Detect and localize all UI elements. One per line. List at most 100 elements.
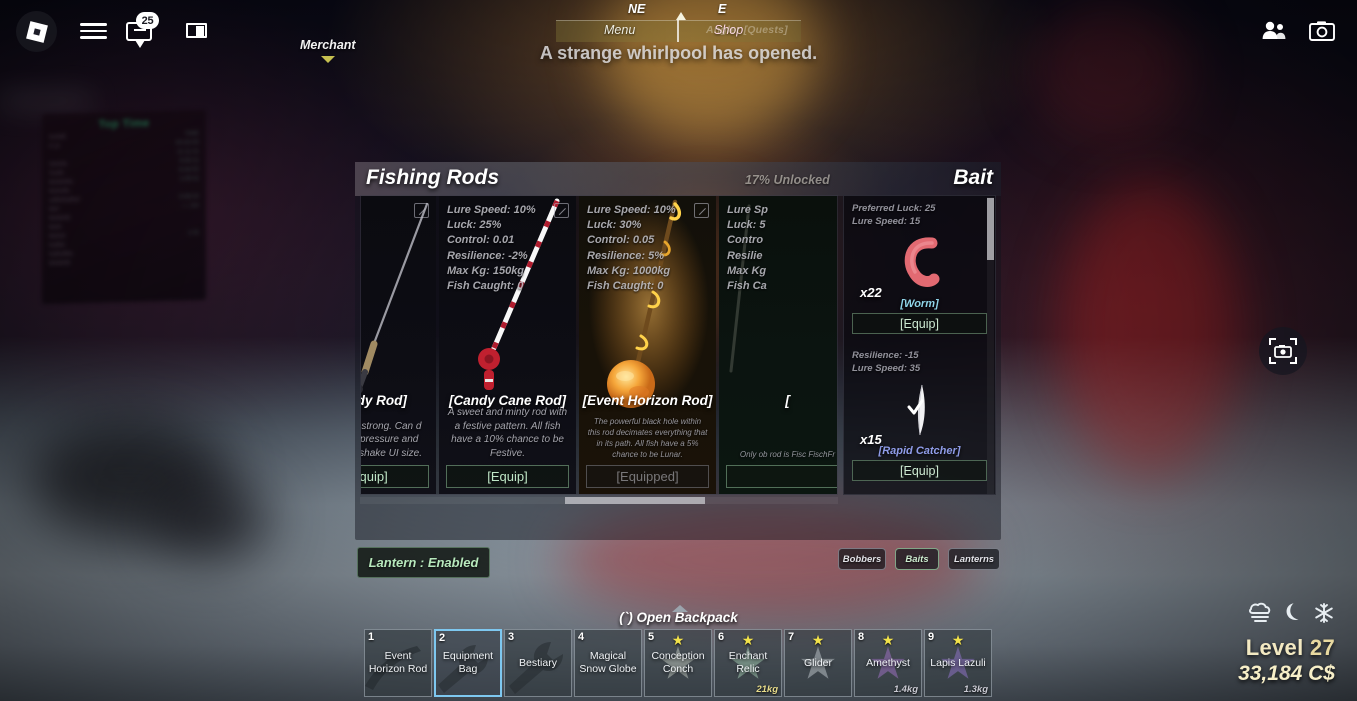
slot-label: Glider <box>803 656 832 669</box>
slot-number: 4 <box>578 631 585 643</box>
rod-stat: Control: 0.05 <box>587 234 655 247</box>
hotbar-slot-4[interactable]: 4 Magical Snow Globe <box>574 629 642 697</box>
bait-scrollbar-thumb[interactable] <box>987 198 994 260</box>
rod-stat: Control: 0.01 <box>447 234 515 247</box>
rod-stat: Max Kg: 1000kg <box>587 264 671 277</box>
screenshot-camera-button[interactable] <box>1259 327 1307 375</box>
category-lanterns-button[interactable]: Lanterns <box>948 548 1000 570</box>
announcement-text: A strange whirlpool has opened. <box>539 43 818 63</box>
compass-menu-label[interactable]: Menu <box>604 23 635 37</box>
equip-button: [Equipped] <box>586 465 709 488</box>
open-backpack-label[interactable]: (`) Open Backpack <box>0 610 1357 625</box>
slot-weight: 1.3kg <box>963 684 988 695</box>
rod-name: Steady Rod] <box>361 393 407 408</box>
rods-scrollbar-thumb[interactable] <box>565 497 705 504</box>
slot-number: 3 <box>508 631 515 643</box>
bait-item[interactable]: Preferred Luck: 25 Lure Speed: 15 x22 [W… <box>844 196 995 334</box>
rod-card[interactable]: Lure Speed: 10% Luck: 30% Control: 0.05 … <box>579 196 716 494</box>
equip-button[interactable] <box>726 465 837 488</box>
rod-description: Only ob rod is Fisc FischFr <box>739 450 836 459</box>
hotbar: 1 Event Horizon Rod 2 Equipment Bag 3 Be… <box>364 629 992 697</box>
lantern-toggle-button[interactable]: Lantern : Enabled <box>357 547 490 578</box>
hotbar-slot-9[interactable]: ★ ★ 9 Lapis Lazuli 1.3kg <box>924 629 992 697</box>
bait-count: x15 <box>860 432 882 447</box>
rod-stat: Max Kg: 150kg <box>447 264 525 277</box>
slot-number: 9 <box>928 631 935 643</box>
edit-icon[interactable] <box>554 203 569 218</box>
roblox-glyph <box>25 20 48 43</box>
rod-stats: Lure Speed: 10% Luck: 25% Control: 0.01 … <box>447 203 536 294</box>
inventory-panel: Fishing Rods 17% Unlocked Bait y Rod] st… <box>355 162 1001 540</box>
level-word: Level <box>1245 635 1304 660</box>
level-display: Level 27 <box>1246 635 1335 661</box>
page-title: Fishing Rods <box>366 166 499 189</box>
game-screen: Top Time NAMETIME 0:1100:00:00 11:11:11 … <box>0 0 1357 701</box>
edit-icon[interactable] <box>414 203 429 218</box>
bait-panel-title: Bait <box>953 166 993 189</box>
hotbar-slot-2[interactable]: 2 Equipment Bag <box>434 629 502 697</box>
bait-item[interactable]: Resilience: -15 Lure Speed: 35 x15 [Rapi… <box>844 343 995 481</box>
hotbar-slot-6[interactable]: ★ ★ 6 Enchant Relic 21kg <box>714 629 782 697</box>
favorite-star-icon: ★ <box>951 632 965 648</box>
bait-equip-button[interactable]: [Equip] <box>852 313 987 334</box>
slot-label: Equipment Bag <box>442 650 494 675</box>
rod-stat: Lure Sp <box>727 204 768 216</box>
rod-description: A sweet and minty rod with a festive pat… <box>447 407 568 459</box>
quest-marker-label: Angler [Quests] <box>706 24 788 36</box>
compass-needle-icon <box>676 12 686 20</box>
rod-description: The powerful black hole within this rod … <box>587 417 708 459</box>
bait-divider <box>844 481 995 490</box>
edit-icon[interactable] <box>694 203 709 218</box>
people-icon[interactable] <box>1261 20 1287 40</box>
camera-icon[interactable] <box>1309 20 1335 41</box>
rods-horizontal-scrollbar[interactable] <box>360 497 838 504</box>
bait-item[interactable]: Preferred Luck: 55 Resilience: -3 Lure S… <box>844 490 995 494</box>
bait-equip-button[interactable]: [Equip] <box>852 460 987 481</box>
category-bobbers-button[interactable]: Bobbers <box>838 548 886 570</box>
favorite-star-icon: ★ <box>741 632 755 648</box>
unlocked-percentage: 17% Unlocked <box>745 173 830 187</box>
weather-indicators <box>1247 602 1335 624</box>
bait-stat: Lure Speed: 15 <box>852 216 921 227</box>
slot-weight: 1.4kg <box>893 684 918 695</box>
screenshot-camera-icon <box>1269 338 1297 364</box>
bait-scroll-area[interactable]: Preferred Luck: 25 Lure Speed: 15 x22 [W… <box>843 195 996 495</box>
rod-stat: Contro <box>727 234 764 247</box>
rod-name: [Event Horizon Rod] <box>582 393 713 408</box>
rod-stat: Luck: 25% <box>447 219 502 232</box>
fishing-rod-silhouette-icon <box>361 196 436 406</box>
rod-description: ly stiff and strong. Can d immense press… <box>360 420 422 459</box>
slot-label: Lapis Lazuli <box>930 656 986 669</box>
compass-dir-e: E <box>718 2 727 16</box>
category-baits-button[interactable]: Baits <box>895 548 939 570</box>
rod-stat: Lure Speed: 10% <box>447 204 536 216</box>
rod-stat: Max Kg <box>727 264 767 277</box>
worm-icon: x22 <box>852 228 987 300</box>
rod-stat: Resilience: 5% <box>587 249 665 262</box>
rod-stat: Fish Caught: 0 <box>447 280 524 293</box>
slot-number: 1 <box>368 631 375 643</box>
equip-button[interactable]: [Equip] <box>361 465 429 488</box>
favorite-star-icon: ★ <box>811 632 825 648</box>
rod-stat: Fish Caught: 0 <box>587 280 664 293</box>
rod-card[interactable]: Lure Speed: 10% Luck: 25% Control: 0.01 … <box>439 196 576 494</box>
rods-scroll-area[interactable]: ed: -60% % 0.05 e: 30% 100000kg ght: 259… <box>360 195 838 495</box>
slot-weight: 21kg <box>756 684 778 695</box>
hotbar-slot-5[interactable]: ★ ★ 5 Conception Conch <box>644 629 712 697</box>
bait-stat: Preferred Luck: 25 <box>852 203 936 214</box>
rod-card[interactable]: Lure Sp Luck: 5 Contro Resilie Max Kg Fi… <box>719 196 837 494</box>
rods-track: ed: -60% % 0.05 e: 30% 100000kg ght: 259… <box>360 196 837 494</box>
slot-number: 7 <box>788 631 795 643</box>
slot-number: 6 <box>718 631 725 643</box>
currency-display: 33,184 C$ <box>1238 662 1335 685</box>
hotbar-slot-8[interactable]: ★ ★ 8 Amethyst 1.4kg <box>854 629 922 697</box>
rod-card[interactable]: ed: -60% % 0.05 e: 30% 100000kg ght: 259… <box>360 196 436 494</box>
bait-divider <box>844 334 995 343</box>
equip-button[interactable]: [Equip] <box>446 465 569 488</box>
slot-label: Event Horizon Rod <box>368 650 428 675</box>
hotbar-slot-7[interactable]: ★ ★ 7 Glider <box>784 629 852 697</box>
book-icon[interactable] <box>185 22 207 38</box>
hotbar-slot-3[interactable]: 3 Bestiary <box>504 629 572 697</box>
rod-stat: Resilie <box>727 249 763 262</box>
hotbar-slot-1[interactable]: 1 Event Horizon Rod <box>364 629 432 697</box>
